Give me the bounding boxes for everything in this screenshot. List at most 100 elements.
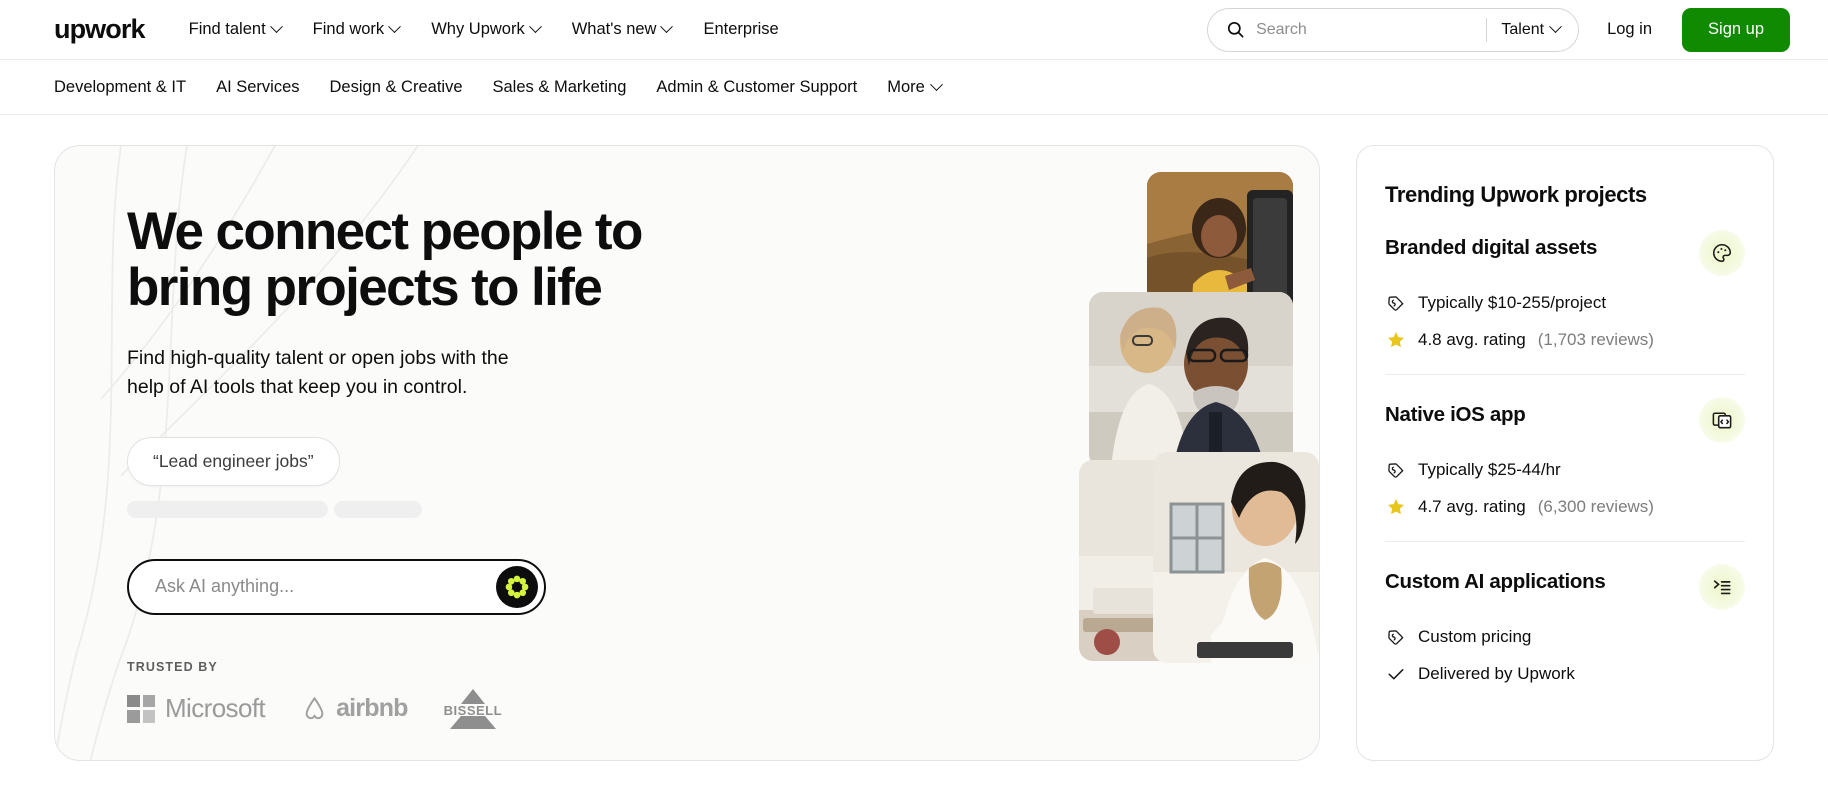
project-price-row: Custom pricing	[1385, 627, 1745, 647]
project-delivery-text: Delivered by Upwork	[1418, 664, 1575, 683]
project-price-row: Typically $10-255/project	[1385, 293, 1745, 313]
search-divider	[1486, 17, 1488, 42]
project-review-count: (1,703 reviews)	[1537, 330, 1654, 349]
check-icon	[1385, 664, 1406, 684]
photo-colleagues	[1089, 292, 1293, 468]
nav-item-whats-new[interactable]: What's new	[571, 20, 674, 39]
project-delivery-row: Delivered by Upwork	[1385, 664, 1745, 684]
upwork-logo[interactable]: upwork	[54, 16, 146, 43]
nav-item-find-talent[interactable]: Find talent	[188, 20, 283, 39]
nav-item-why-upwork[interactable]: Why Upwork	[431, 20, 542, 39]
chevron-down-icon	[1549, 20, 1562, 34]
price-tag-icon	[1385, 293, 1406, 313]
project-item-branded-digital-assets[interactable]: Branded digital assets Typically $10-255…	[1385, 208, 1745, 374]
bissell-bottom-trapezoid-icon	[449, 715, 496, 729]
project-rating-row: 4.8 avg. rating (1,703 reviews)	[1385, 330, 1745, 350]
project-header: Custom AI applications	[1385, 564, 1745, 610]
project-item-custom-ai-applications[interactable]: Custom AI applications Custom pricing De…	[1385, 541, 1745, 708]
page-title: We connect people to bring projects to l…	[127, 202, 643, 318]
project-rating-text: 4.8 avg. rating	[1418, 330, 1526, 349]
nav-label: Enterprise	[703, 20, 779, 39]
project-price-text: Typically $25-44/hr	[1418, 460, 1561, 479]
project-rating-row: 4.7 avg. rating (6,300 reviews)	[1385, 497, 1745, 517]
project-price-text: Custom pricing	[1418, 627, 1532, 646]
category-nav: Development & IT AI Services Design & Cr…	[0, 59, 1828, 115]
nav-label: Why Upwork	[431, 20, 525, 39]
microsoft-logo: Microsoft	[127, 693, 266, 724]
ask-ai-wrapper	[127, 558, 546, 615]
login-link[interactable]: Log in	[1607, 20, 1652, 39]
project-header: Branded digital assets	[1385, 230, 1745, 276]
project-name: Native iOS app	[1385, 403, 1526, 426]
hero-photo-collage	[1079, 146, 1319, 760]
suggestion-pill-lead-engineer-jobs[interactable]: “Lead engineer jobs”	[127, 436, 340, 486]
category-design-creative[interactable]: Design & Creative	[330, 79, 463, 96]
category-admin-customer-support[interactable]: Admin & Customer Support	[656, 79, 857, 96]
trending-projects-title: Trending Upwork projects	[1385, 182, 1647, 207]
ai-sparkle-icon	[505, 575, 529, 599]
signup-button[interactable]: Sign up	[1682, 7, 1790, 52]
chevron-down-icon	[388, 20, 402, 34]
photo-woman-laptop	[1153, 452, 1319, 663]
trusted-logo-row: Microsoft airbnb BISSELL	[127, 688, 675, 730]
search-scope-select[interactable]: Talent	[1501, 20, 1574, 39]
chevron-down-icon	[528, 20, 542, 34]
nav-label: Find talent	[188, 20, 266, 39]
nav-label: Find work	[312, 20, 385, 39]
project-badge	[1699, 230, 1745, 276]
global-search[interactable]: Talent	[1207, 7, 1580, 52]
top-header: upwork Find talent Find work Why Upwork …	[0, 0, 1828, 59]
category-label: Development & IT	[54, 77, 187, 96]
project-price-row: Typically $25-44/hr	[1385, 460, 1745, 480]
trusted-by-label: TRUSTED BY	[127, 659, 218, 674]
project-review-count: (6,300 reviews)	[1537, 497, 1654, 516]
chevron-down-icon	[660, 20, 674, 34]
terminal-icon	[1713, 580, 1731, 595]
code-window-icon	[1712, 412, 1732, 429]
project-badge	[1699, 397, 1745, 443]
suggestion-skeleton-row	[127, 500, 675, 518]
category-label: Admin & Customer Support	[656, 77, 858, 96]
project-price-text: Typically $10-255/project	[1418, 293, 1607, 312]
ask-ai-box[interactable]	[127, 558, 546, 615]
airbnb-logo: airbnb	[301, 694, 408, 723]
search-scope-label: Talent	[1501, 20, 1545, 38]
primary-nav: Find talent Find work Why Upwork What's …	[188, 20, 779, 39]
photo-colleagues-art	[1089, 292, 1293, 468]
category-more[interactable]: More	[887, 77, 943, 96]
suggestion-row: “Lead engineer jobs”	[127, 436, 675, 486]
price-tag-icon	[1385, 627, 1406, 647]
airbnb-wordmark: airbnb	[336, 694, 408, 723]
project-name: Custom AI applications	[1385, 570, 1606, 593]
nav-label: What's new	[571, 20, 657, 39]
search-icon	[1226, 20, 1245, 39]
category-label: AI Services	[216, 77, 300, 96]
category-label: Sales & Marketing	[492, 77, 627, 96]
category-ai-services[interactable]: AI Services	[216, 79, 299, 96]
ask-ai-submit-button[interactable]	[496, 565, 538, 608]
project-badge	[1699, 564, 1745, 610]
trusted-by-section: TRUSTED BY Microsoft airbnb BISSELL	[127, 660, 675, 730]
category-label: More	[887, 77, 925, 96]
hero-card: We connect people to bring projects to l…	[54, 145, 1320, 761]
hero-subheading: Find high-quality talent or open jobs wi…	[127, 347, 509, 398]
nav-item-find-work[interactable]: Find work	[312, 20, 402, 39]
price-tag-icon	[1385, 460, 1406, 480]
ask-ai-input[interactable]	[155, 576, 496, 598]
project-item-native-ios-app[interactable]: Native iOS app Typically $25-44/hr 4.7 a…	[1385, 374, 1745, 541]
star-icon	[1385, 497, 1406, 517]
search-input[interactable]	[1256, 20, 1481, 39]
nav-item-enterprise[interactable]: Enterprise	[703, 21, 778, 38]
microsoft-wordmark: Microsoft	[165, 693, 266, 724]
chevron-down-icon	[269, 20, 283, 34]
category-development-it[interactable]: Development & IT	[54, 79, 186, 96]
project-header: Native iOS app	[1385, 397, 1745, 443]
star-icon	[1385, 330, 1406, 350]
project-rating-text: 4.7 avg. rating	[1418, 497, 1526, 516]
skeleton-pill	[127, 500, 328, 518]
bissell-logo: BISSELL	[444, 688, 502, 730]
category-sales-marketing[interactable]: Sales & Marketing	[493, 79, 627, 96]
chevron-down-icon	[929, 77, 943, 91]
skeleton-pill	[334, 500, 422, 518]
airbnb-mark-icon	[305, 697, 324, 720]
